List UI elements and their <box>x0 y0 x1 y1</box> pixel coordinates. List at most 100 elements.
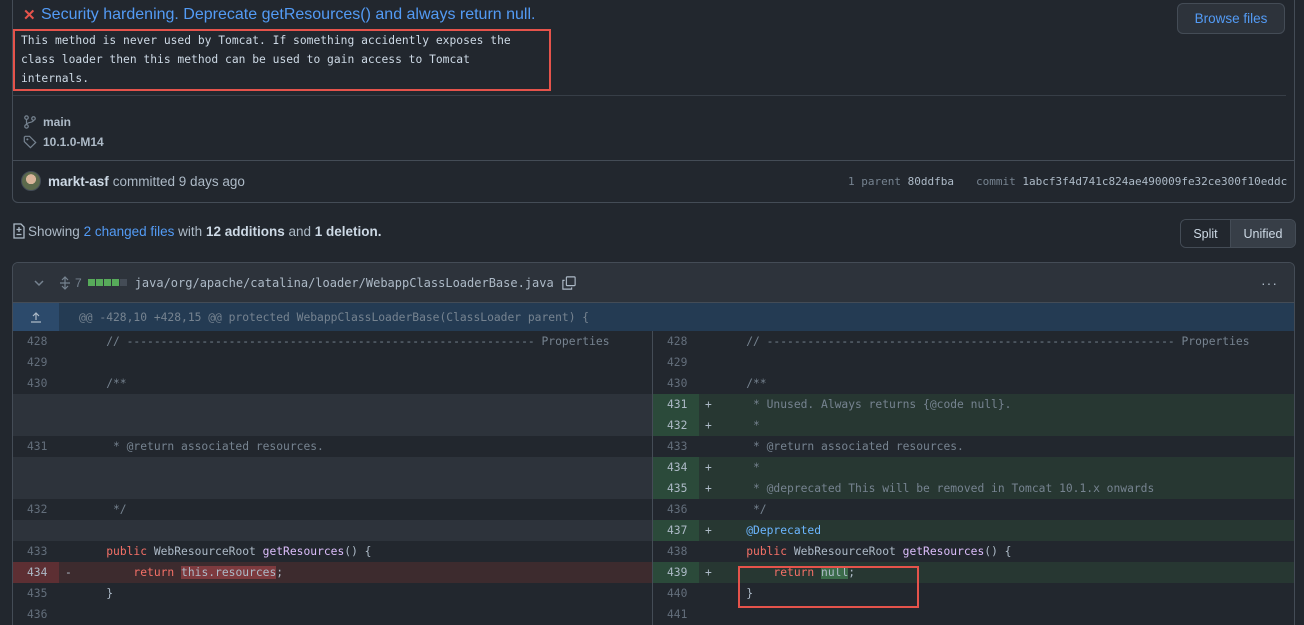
diffstat-bar <box>87 279 127 286</box>
line-number[interactable]: 439 <box>653 562 699 583</box>
copy-icon[interactable] <box>562 275 576 290</box>
diff-sign: - <box>65 566 72 579</box>
code-text: * @return associated resources. <box>79 440 324 453</box>
line-number[interactable]: 428 <box>653 331 699 352</box>
left-diff-line <box>13 415 653 436</box>
line-number[interactable]: 433 <box>653 436 699 457</box>
code-text: public WebResourceRoot getResources() { <box>106 545 372 558</box>
diff-view-toggle: Split Unified <box>1180 219 1296 248</box>
author-name[interactable]: markt-asf <box>48 174 109 189</box>
right-diff-line: 432 + * <box>653 415 1294 436</box>
code-text: } <box>79 587 114 600</box>
unified-view-button[interactable]: Unified <box>1231 220 1295 247</box>
diff-stats: Showing 2 changed files with 12 addition… <box>12 223 382 239</box>
diff-row: 433 public WebResourceRoot getResources(… <box>13 541 1294 562</box>
line-number[interactable]: 441 <box>653 604 699 625</box>
left-diff-line: 435 } <box>13 583 653 604</box>
line-number[interactable]: 429 <box>13 352 59 373</box>
changed-files-link[interactable]: 2 changed files <box>84 224 175 239</box>
right-diff-line: 430 /** <box>653 373 1294 394</box>
left-diff-line: 436 <box>13 604 653 625</box>
file-diff: 7 java/org/apache/catalina/loader/Webapp… <box>12 262 1295 625</box>
file-header: 7 java/org/apache/catalina/loader/Webapp… <box>13 263 1294 303</box>
line-number[interactable] <box>13 520 59 541</box>
avatar[interactable] <box>21 171 41 191</box>
line-number[interactable]: 435 <box>653 478 699 499</box>
line-number[interactable]: 433 <box>13 541 59 562</box>
failed-status-icon[interactable]: ✕ <box>23 6 36 24</box>
diff-row: 436 441 <box>13 604 1294 625</box>
right-diff-line: 429 <box>653 352 1294 373</box>
line-number[interactable]: 438 <box>653 541 699 562</box>
showing-label: Showing <box>28 223 80 239</box>
split-view-button[interactable]: Split <box>1181 220 1231 247</box>
parent-sha[interactable]: 80ddfba <box>908 175 954 188</box>
hunk-header-text: @@ -428,10 +428,15 @@ protected WebappCl… <box>79 310 590 324</box>
with-label: with <box>178 223 203 239</box>
changes-count: 7 <box>75 275 82 290</box>
tag-ref[interactable]: 10.1.0-M14 <box>23 135 104 149</box>
diff-sign: + <box>705 566 712 579</box>
expand-icon[interactable] <box>59 275 71 290</box>
line-number[interactable] <box>13 415 59 436</box>
code-text: public WebResourceRoot getResources() { <box>746 545 1012 558</box>
right-diff-line: 435 + * @deprecated This will be removed … <box>653 478 1294 499</box>
browse-files-button[interactable]: Browse files <box>1177 3 1285 34</box>
highlight-box <box>13 29 551 91</box>
more-options-icon[interactable]: ··· <box>1261 275 1278 291</box>
diff-row: 434 + * <box>13 457 1294 478</box>
branch-icon <box>24 115 36 129</box>
branch-ref[interactable]: main <box>23 115 71 129</box>
code-text: /** <box>79 377 127 390</box>
left-diff-line: 431 * @return associated resources. <box>13 436 653 457</box>
line-number[interactable]: 434 <box>653 457 699 478</box>
file-path[interactable]: java/org/apache/catalina/loader/WebappCl… <box>135 276 554 290</box>
line-number[interactable]: 440 <box>653 583 699 604</box>
line-number[interactable]: 437 <box>653 520 699 541</box>
code-text: @Deprecated <box>746 524 822 537</box>
line-number[interactable] <box>13 394 59 415</box>
line-number[interactable]: 436 <box>653 499 699 520</box>
diffstat-add-block <box>111 279 119 286</box>
line-number[interactable]: 432 <box>653 415 699 436</box>
tag-icon <box>23 135 37 149</box>
line-number[interactable] <box>13 478 59 499</box>
line-number[interactable]: 430 <box>13 373 59 394</box>
diff-sign: + <box>705 461 712 474</box>
line-number[interactable]: 428 <box>13 331 59 352</box>
line-number[interactable]: 434 <box>13 562 59 583</box>
and-label: and <box>288 223 311 239</box>
diff-sign: + <box>705 482 712 495</box>
expand-up-icon[interactable] <box>13 303 59 331</box>
right-diff-line: 431 + * Unused. Always returns {@code nul… <box>653 394 1294 415</box>
code-text: return this.resources; <box>133 566 284 579</box>
right-diff-line: 437 + @Deprecated <box>653 520 1294 541</box>
line-number[interactable]: 436 <box>13 604 59 625</box>
commit-sha: 1abcf3f4d741c824ae490009fe32ce300f10eddc <box>1022 175 1288 188</box>
left-diff-line: 428 // ---------------------------------… <box>13 331 653 352</box>
diff-icon <box>13 223 25 239</box>
line-number[interactable]: 432 <box>13 499 59 520</box>
line-number[interactable]: 431 <box>13 436 59 457</box>
line-number[interactable]: 435 <box>13 583 59 604</box>
hunk-header: @@ -428,10 +428,15 @@ protected WebappCl… <box>13 303 1294 331</box>
diff-row: 432 */436 */ <box>13 499 1294 520</box>
diff-rows: 428 // ---------------------------------… <box>13 331 1294 625</box>
code-text: /** <box>719 377 767 390</box>
left-diff-line <box>13 457 653 478</box>
left-diff-line <box>13 478 653 499</box>
line-number[interactable]: 431 <box>653 394 699 415</box>
line-number[interactable]: 430 <box>653 373 699 394</box>
diff-row: 437 + @Deprecated <box>13 520 1294 541</box>
parent-info: 1 parent 80ddfba <box>848 175 954 188</box>
left-diff-line: 430 /** <box>13 373 653 394</box>
committed-time: committed 9 days ago <box>112 173 245 189</box>
chevron-down-icon[interactable] <box>33 277 45 289</box>
diff-row: 431 + * Unused. Always returns {@code nul… <box>13 394 1294 415</box>
left-diff-line: 432 */ <box>13 499 653 520</box>
commit-title-text: Security hardening. Deprecate getResourc… <box>41 6 536 23</box>
line-number[interactable] <box>13 457 59 478</box>
line-number[interactable]: 429 <box>653 352 699 373</box>
code-text: * @deprecated This will be removed in To… <box>719 482 1155 495</box>
left-diff-line <box>13 520 653 541</box>
